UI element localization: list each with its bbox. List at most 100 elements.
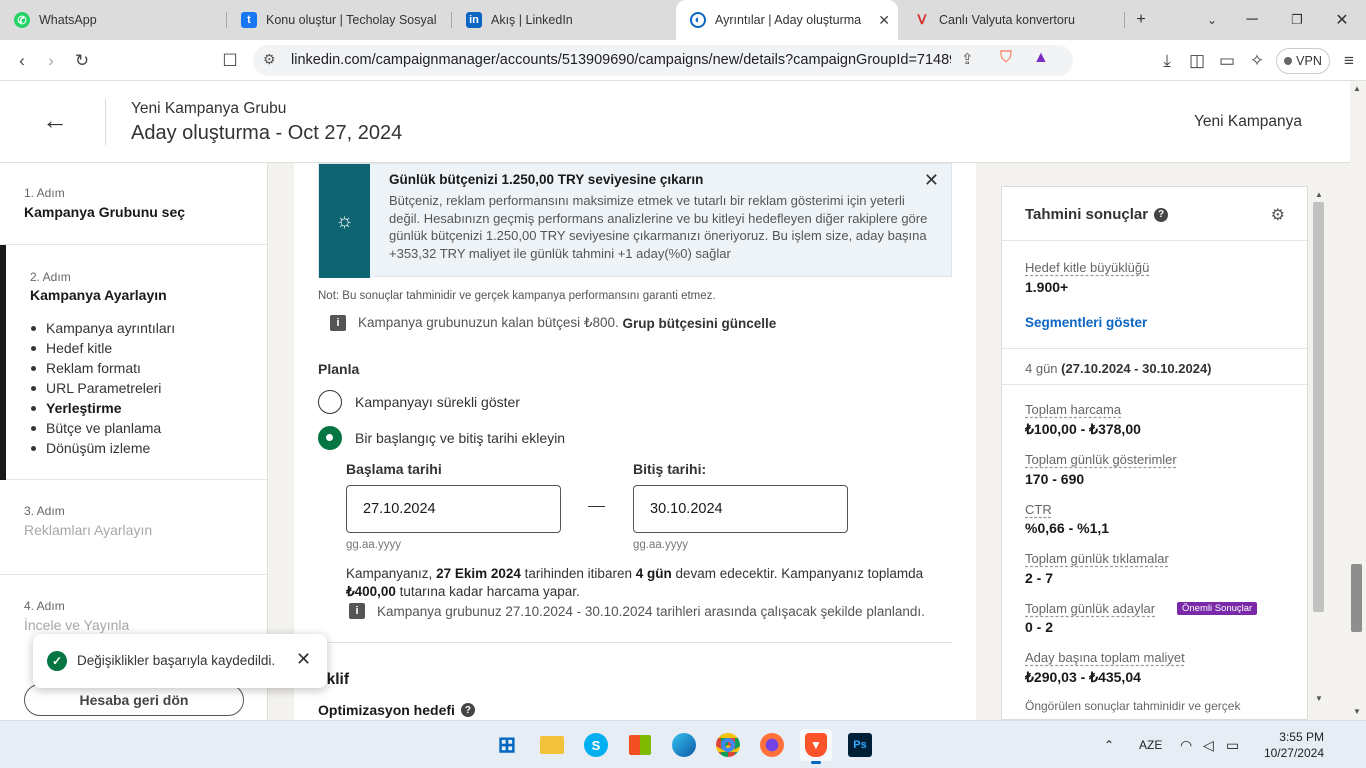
metric-value: ₺290,03 - ₺435,04: [1025, 669, 1141, 685]
chrome-icon[interactable]: [712, 729, 744, 761]
file-explorer-icon[interactable]: [536, 729, 568, 761]
recommendation-body: Bütçeniz, reklam performansını maksimize…: [389, 193, 928, 261]
wallet-icon[interactable]: ▭: [1214, 48, 1240, 74]
end-date-input[interactable]: 30.10.2024: [633, 485, 848, 533]
gear-icon[interactable]: ⚙: [1271, 205, 1285, 225]
panel-scrollbar[interactable]: [1313, 202, 1324, 612]
page-scroll-up-icon[interactable]: ▲: [1353, 84, 1361, 93]
brave-shield-icon[interactable]: ⛉: [1000, 49, 1012, 67]
success-toast: ✓ Değişiklikler başarıyla kaydedildi. ✕: [33, 634, 327, 688]
download-icon[interactable]: ⤓: [1154, 48, 1180, 74]
substep-audience[interactable]: Hedef kitle: [30, 338, 175, 358]
address-bar[interactable]: ⚙ linkedin.com/campaignmanager/accounts/…: [253, 45, 1073, 76]
tab-campaign-details[interactable]: ◐ Ayrıntılar | Aday oluşturma - ✕: [676, 0, 898, 40]
brave-icon[interactable]: ▼: [800, 729, 832, 764]
browser-toolbar: ‹ › ↻ ☐ ⚙ linkedin.com/campaignmanager/a…: [0, 40, 1366, 81]
estimate-note: Not: Bu sonuçlar tahminidir ve gerçek ka…: [318, 290, 716, 302]
sidebar-icon[interactable]: ◫: [1184, 48, 1210, 74]
battery-icon[interactable]: ▭: [1226, 721, 1239, 768]
campaign-form: ☼ Günlük bütçenizi 1.250,00 TRY seviyesi…: [294, 163, 976, 720]
substep-url-params[interactable]: URL Parametreleri: [30, 378, 175, 398]
site-info-icon[interactable]: ⚙: [263, 51, 276, 68]
tab-title: Ayrıntılar | Aday oluşturma -: [715, 13, 865, 27]
page-scroll-down-icon[interactable]: ▼: [1353, 707, 1361, 716]
page-scrollbar[interactable]: [1351, 564, 1362, 632]
radio-button[interactable]: [318, 390, 342, 414]
back-to-account-button[interactable]: Hesaba geri dön: [24, 684, 244, 716]
tray-chevron-icon[interactable]: ⌃: [1104, 721, 1114, 768]
info-icon: i: [330, 315, 346, 331]
radio-continuous[interactable]: Kampanyayı sürekli göster: [318, 390, 520, 414]
help-icon[interactable]: ?: [1154, 207, 1169, 222]
leo-ai-icon[interactable]: ✧: [1244, 48, 1270, 74]
start-date-label: Başlama tarihi: [346, 461, 442, 477]
scroll-down-icon[interactable]: ▼: [1315, 694, 1323, 703]
new-tab-icon[interactable]: +: [1121, 0, 1161, 40]
lightbulb-icon: ☼: [319, 164, 370, 278]
vpn-button[interactable]: VPN: [1276, 48, 1330, 74]
substep-placement[interactable]: Yerleştirme: [30, 398, 175, 418]
close-icon[interactable]: ✕: [296, 649, 311, 670]
share-icon[interactable]: ⇪: [961, 50, 974, 68]
metric-value: 2 - 7: [1025, 570, 1054, 586]
key-results-badge: Önemli Sonuçlar: [1177, 602, 1258, 615]
metric-label: CTR: [1025, 502, 1052, 517]
check-icon: ✓: [47, 651, 67, 671]
language-indicator[interactable]: AZE: [1139, 721, 1162, 768]
windows-start-icon[interactable]: ⊞: [491, 729, 523, 761]
start-date-input[interactable]: 27.10.2024: [346, 485, 561, 533]
substep-conversion[interactable]: Dönüşüm izleme: [30, 438, 175, 458]
end-date-hint: gg.aa.yyyy: [633, 539, 688, 551]
photoshop-icon[interactable]: Ps: [844, 729, 876, 761]
tab-title: WhatsApp: [39, 13, 97, 27]
tab-techolay[interactable]: t Konu oluştur | Techolay Sosyal: [227, 0, 451, 40]
firefox-icon[interactable]: [756, 729, 788, 761]
back-arrow-icon[interactable]: ←: [42, 105, 68, 136]
substep-campaign-details[interactable]: Kampanya ayrıntıları: [30, 318, 175, 338]
recommendation-title: Günlük bütçenizi 1.250,00 TRY seviyesine…: [389, 172, 704, 187]
radio-button-selected[interactable]: [318, 426, 342, 450]
scroll-up-icon[interactable]: ▲: [1315, 190, 1323, 199]
forecast-panel: Tahmini sonuçlar ? ⚙ Hedef kitle büyüklü…: [1001, 186, 1308, 720]
tab-title: Canlı Valyuta konvertoru: [939, 13, 1075, 27]
tab-valyuta[interactable]: ᐯ Canlı Valyuta konvertoru: [900, 0, 1124, 40]
show-segments-link[interactable]: Segmentleri göster: [1025, 315, 1147, 330]
tab-title: Konu oluştur | Techolay Sosyal: [266, 13, 437, 27]
menu-icon[interactable]: ≡: [1336, 48, 1362, 74]
back-icon[interactable]: ‹: [9, 48, 35, 74]
bookmark-icon[interactable]: ☐: [217, 48, 243, 74]
help-icon[interactable]: ?: [460, 703, 475, 717]
store-icon[interactable]: [624, 729, 656, 761]
restore-icon[interactable]: ❐: [1277, 0, 1317, 40]
close-icon[interactable]: ✕: [924, 170, 939, 191]
windows-taskbar: ⊞ S ▼ Ps ⌃ AZE ◠ ◁ ▭ 3:55 PM 10/27/2024: [0, 720, 1366, 768]
brave-rewards-icon[interactable]: ▲: [1033, 49, 1049, 67]
update-group-budget-link[interactable]: Grup bütçesini güncelle: [623, 316, 777, 331]
close-window-icon[interactable]: ✕: [1322, 0, 1362, 40]
close-tab-icon[interactable]: ✕: [878, 12, 890, 29]
substep-ad-format[interactable]: Reklam formatı: [30, 358, 175, 378]
step-1[interactable]: 1. Adım Kampanya Grubunu seç: [0, 163, 267, 245]
substep-budget[interactable]: Bütçe ve planlama: [30, 418, 175, 438]
start-date-hint: gg.aa.yyyy: [346, 539, 401, 551]
active-step-indicator: [0, 245, 6, 480]
wifi-icon[interactable]: ◠: [1180, 721, 1192, 768]
tab-search-chevron-icon[interactable]: ⌄: [1192, 0, 1232, 40]
skype-icon[interactable]: S: [580, 729, 612, 761]
edge-icon[interactable]: [668, 729, 700, 761]
optimization-goal-label: Optimizasyon hedefi ?: [318, 702, 475, 718]
metric-value: 0 - 2: [1025, 619, 1054, 635]
forecast-disclaimer: Öngörülen sonuçlar tahminidir ve gerçek: [1025, 699, 1241, 713]
radio-date-range[interactable]: Bir başlangıç ve bitiş tarihi ekleyin: [318, 426, 565, 450]
volume-icon[interactable]: ◁: [1203, 721, 1214, 768]
minimize-icon[interactable]: ─: [1232, 0, 1272, 40]
toast-message: Değişiklikler başarıyla kaydedildi.: [77, 653, 276, 668]
step-3: 3. Adım Reklamları Ayarlayın: [0, 480, 267, 575]
whatsapp-icon: ✆: [14, 12, 30, 28]
tab-whatsapp[interactable]: ✆ WhatsApp: [0, 0, 226, 40]
tab-linkedin-feed[interactable]: in Akış | LinkedIn: [452, 0, 674, 40]
metric-label: Toplam günlük tıklamalar: [1025, 551, 1169, 566]
reload-icon[interactable]: ↻: [69, 48, 95, 74]
system-clock[interactable]: 3:55 PM 10/27/2024: [1262, 729, 1324, 761]
forward-icon[interactable]: ›: [38, 48, 64, 74]
